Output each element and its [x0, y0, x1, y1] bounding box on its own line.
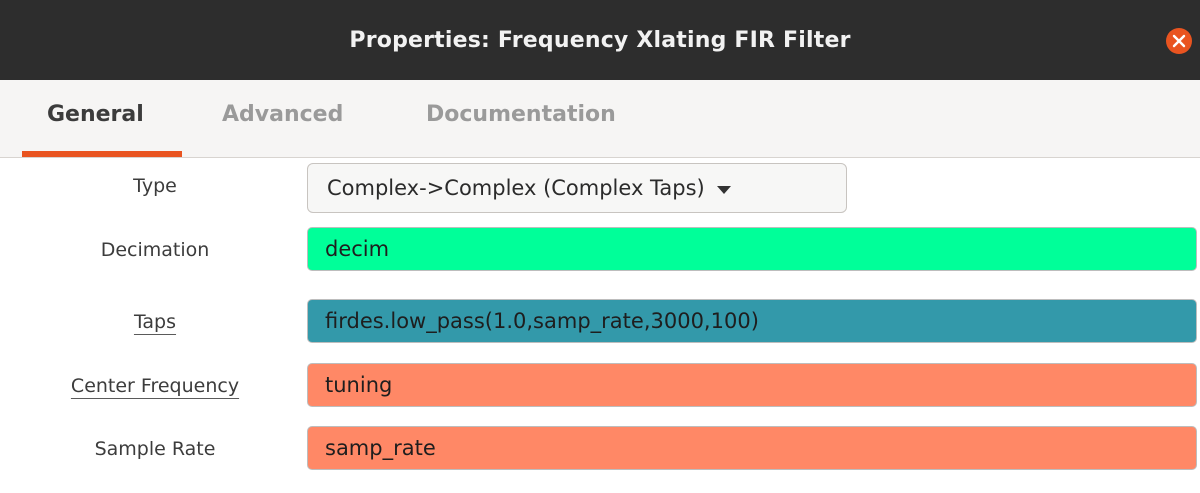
center-frequency-label-text: Center Frequency	[70, 374, 240, 397]
sample-rate-field[interactable]: samp_rate	[307, 426, 1197, 470]
sample-rate-label: Sample Rate	[0, 421, 310, 476]
taps-field[interactable]: firdes.low_pass(1.0,samp_rate,3000,100)	[307, 299, 1197, 343]
decimation-row: Decimation decim	[0, 222, 1200, 277]
decimation-label-text: Decimation	[100, 238, 210, 261]
close-icon	[1172, 34, 1186, 48]
type-dropdown-value: Complex->Complex (Complex Taps)	[327, 176, 705, 200]
tab-general[interactable]: General	[47, 102, 144, 127]
center-frequency-field[interactable]: tuning	[307, 363, 1197, 407]
type-row: Type Complex->Complex (Complex Taps)	[0, 158, 1200, 213]
taps-label-text: Taps	[133, 310, 177, 333]
properties-dialog: Properties: Frequency Xlating FIR Filter…	[0, 0, 1200, 493]
sample-rate-label-text: Sample Rate	[94, 437, 216, 460]
active-tab-indicator	[22, 151, 182, 157]
type-label: Type	[0, 158, 310, 213]
close-button[interactable]	[1166, 28, 1192, 54]
dropdown-arrow-icon	[716, 185, 731, 194]
decimation-label: Decimation	[0, 222, 310, 277]
tab-documentation[interactable]: Documentation	[426, 102, 616, 127]
type-label-text: Type	[133, 174, 177, 197]
center-frequency-label: Center Frequency	[0, 358, 310, 413]
taps-label: Taps	[0, 294, 310, 349]
tab-bar: General Advanced Documentation	[0, 80, 1200, 158]
title-bar[interactable]: Properties: Frequency Xlating FIR Filter	[0, 0, 1200, 80]
tab-advanced[interactable]: Advanced	[222, 102, 343, 127]
sample-rate-row: Sample Rate samp_rate	[0, 421, 1200, 476]
decimation-field[interactable]: decim	[307, 227, 1197, 271]
general-tab-panel: Type Complex->Complex (Complex Taps) Dec…	[0, 158, 1200, 493]
taps-row: Taps firdes.low_pass(1.0,samp_rate,3000,…	[0, 294, 1200, 349]
center-frequency-row: Center Frequency tuning	[0, 358, 1200, 413]
window-title: Properties: Frequency Xlating FIR Filter	[349, 27, 851, 53]
type-dropdown[interactable]: Complex->Complex (Complex Taps)	[307, 163, 847, 213]
